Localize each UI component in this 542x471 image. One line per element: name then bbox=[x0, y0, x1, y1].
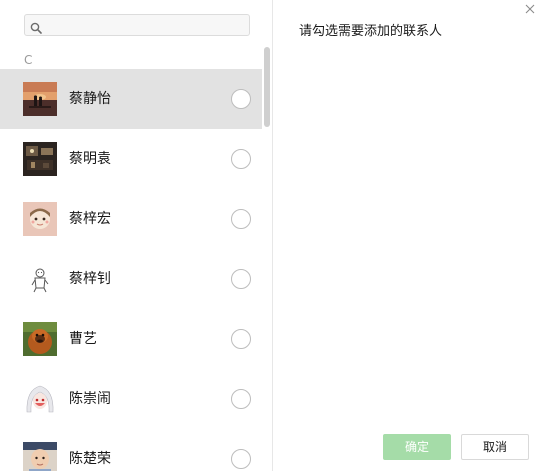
contact-name: 陈楚荣 bbox=[69, 451, 111, 467]
search-input[interactable] bbox=[47, 17, 243, 33]
close-icon[interactable] bbox=[524, 0, 536, 14]
anime-white-hair-avatar bbox=[23, 382, 57, 416]
contact-name: 蔡梓钊 bbox=[69, 271, 111, 287]
contact-row[interactable]: 曹艺 bbox=[0, 309, 262, 369]
contact-row[interactable]: 陈崇闹 bbox=[0, 369, 262, 429]
baby-photo-avatar bbox=[23, 442, 57, 471]
cancel-button[interactable]: 取消 bbox=[461, 434, 529, 460]
contact-picker-pane: C 蔡静怡 蔡明袁 蔡梓宏 蔡梓钊 曹艺 陈崇闹 陈楚荣 bbox=[0, 0, 272, 471]
orangutan-avatar bbox=[23, 322, 57, 356]
contact-row[interactable]: 陈楚荣 bbox=[0, 429, 262, 471]
selected-contacts-pane: 请勾选需要添加的联系人 确定 取消 bbox=[273, 0, 542, 471]
select-checkbox[interactable] bbox=[231, 269, 251, 289]
contact-list: 蔡静怡 蔡明袁 蔡梓宏 蔡梓钊 曹艺 陈崇闹 陈楚荣 bbox=[0, 69, 262, 471]
select-checkbox[interactable] bbox=[231, 89, 251, 109]
select-checkbox[interactable] bbox=[231, 149, 251, 169]
sunset-couple-photo-avatar bbox=[23, 82, 57, 116]
select-checkbox[interactable] bbox=[231, 329, 251, 349]
search-box[interactable] bbox=[24, 14, 250, 36]
select-checkbox[interactable] bbox=[231, 389, 251, 409]
dark-room-photo-avatar bbox=[23, 142, 57, 176]
confirm-button[interactable]: 确定 bbox=[383, 434, 451, 460]
anime-girl-avatar bbox=[23, 202, 57, 236]
scrollbar-thumb[interactable] bbox=[264, 47, 270, 127]
contact-name: 陈崇闹 bbox=[69, 391, 111, 407]
section-index-letter: C bbox=[24, 53, 33, 67]
select-checkbox[interactable] bbox=[231, 449, 251, 469]
select-checkbox[interactable] bbox=[231, 209, 251, 229]
contact-name: 蔡静怡 bbox=[69, 91, 111, 107]
contact-list-scrollbar[interactable] bbox=[262, 44, 272, 471]
sketch-figure-avatar bbox=[23, 262, 57, 296]
contact-row[interactable]: 蔡梓宏 bbox=[0, 189, 262, 249]
instruction-text: 请勾选需要添加的联系人 bbox=[299, 24, 443, 39]
search-icon bbox=[30, 19, 42, 34]
select-contacts-dialog: C 蔡静怡 蔡明袁 蔡梓宏 蔡梓钊 曹艺 陈崇闹 陈楚荣 请勾选需要添加的联系人… bbox=[0, 0, 542, 471]
contact-row[interactable]: 蔡静怡 bbox=[0, 69, 262, 129]
contact-name: 蔡梓宏 bbox=[69, 211, 111, 227]
contact-name: 曹艺 bbox=[69, 331, 97, 347]
contact-row[interactable]: 蔡明袁 bbox=[0, 129, 262, 189]
contact-row[interactable]: 蔡梓钊 bbox=[0, 249, 262, 309]
contact-name: 蔡明袁 bbox=[69, 151, 111, 167]
